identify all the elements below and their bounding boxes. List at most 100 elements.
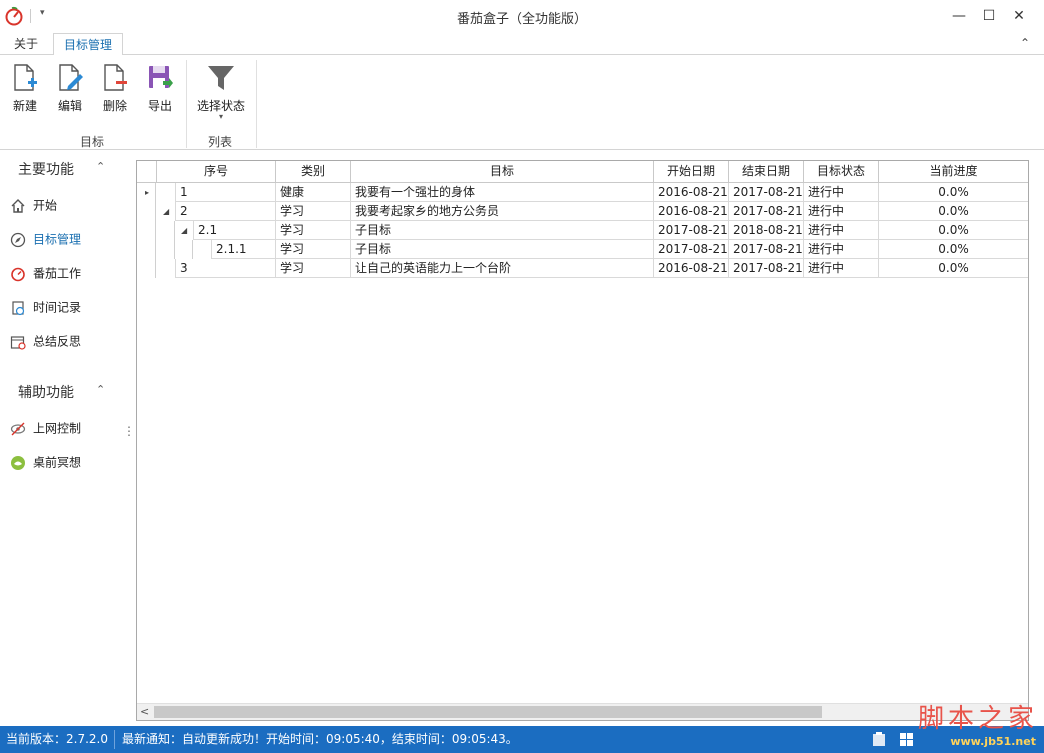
sidebar-item-label: 目标管理 (33, 232, 82, 247)
sidebar-item-internet-control[interactable]: 上网控制 (10, 417, 81, 439)
table-row[interactable]: ▸ 1 健康 我要有一个强壮的身体 2016-08-21 2017-08-21 … (137, 183, 1028, 202)
sidebar-item-label: 开始 (33, 198, 58, 213)
scroll-left-icon[interactable]: < (140, 704, 149, 720)
ribbon-group-divider (256, 60, 257, 148)
close-button[interactable]: ✕ (1002, 4, 1036, 28)
sidebar-item-meditation[interactable]: 桌前冥想 (10, 451, 81, 473)
delete-doc-icon (104, 64, 127, 91)
cell-status: 进行中 (803, 259, 878, 278)
goals-grid[interactable]: 序号 类别 目标 开始日期 结束日期 目标状态 当前进度 ▸ 1 健康 我要有一… (136, 160, 1029, 721)
status-bar: 当前版本：2.7.2.0 最新通知：自动更新成功！开始时间：09:05:40，结… (0, 726, 1044, 753)
cell-id: 3 (175, 259, 275, 278)
time-log-icon (12, 300, 25, 315)
cell-category: 健康 (275, 183, 350, 202)
maximize-button[interactable]: ☐ (972, 4, 1006, 28)
new-button[interactable]: 新建 (5, 61, 45, 117)
status-divider (114, 730, 115, 749)
ribbon-tabs: 关于 目标管理 (0, 33, 1044, 56)
windows-logo-icon[interactable] (900, 733, 914, 747)
cell-end-date: 2018-08-21 (728, 221, 803, 240)
edit-icon (59, 64, 83, 91)
scrollbar-thumb[interactable] (154, 706, 822, 718)
edit-button[interactable]: 编辑 (50, 61, 90, 117)
column-header-category[interactable]: 类别 (275, 161, 350, 182)
cell-status: 进行中 (803, 221, 878, 240)
cell-id: 2 (175, 202, 275, 221)
clipboard-icon[interactable] (872, 732, 886, 747)
select-status-button[interactable]: 选择状态 ▾ (194, 61, 248, 121)
export-icon (149, 66, 173, 88)
table-row[interactable]: 3 学习 让自己的英语能力上一个台阶 2016-08-21 2017-08-21… (137, 259, 1028, 278)
grid-header: 序号 类别 目标 开始日期 结束日期 目标状态 当前进度 (137, 161, 1028, 183)
sidebar-item-label: 桌前冥想 (33, 455, 82, 470)
collapse-ribbon-icon[interactable]: ⌃ (1020, 36, 1030, 50)
collapse-node-icon[interactable]: ◢ (181, 221, 187, 240)
edit-button-label: 编辑 (57, 99, 82, 113)
cell-progress: 0.0% (878, 221, 1028, 240)
column-header-progress[interactable]: 当前进度 (878, 161, 1028, 182)
blocked-eye-icon (10, 422, 26, 435)
home-icon (11, 198, 25, 213)
sidebar-item-tomato-work[interactable]: 番茄工作 (10, 262, 81, 284)
cell-end-date: 2017-08-21 (728, 259, 803, 278)
column-header-start-date[interactable]: 开始日期 (653, 161, 728, 182)
sidebar-resize-grip-icon[interactable]: ⋮ (123, 425, 135, 437)
tree-guide-line (174, 221, 175, 259)
cell-category: 学习 (275, 240, 350, 259)
column-header-goal[interactable]: 目标 (350, 161, 653, 182)
cell-goal: 子目标 (350, 221, 653, 240)
collapse-chevron-icon[interactable]: ⌃ (96, 383, 105, 396)
column-header-end-date[interactable]: 结束日期 (728, 161, 803, 182)
filter-icon (208, 66, 234, 90)
column-header-status[interactable]: 目标状态 (803, 161, 878, 182)
table-row[interactable]: ◢ 2.1 学习 子目标 2017-08-21 2018-08-21 进行中 0… (137, 221, 1028, 240)
cell-category: 学习 (275, 202, 350, 221)
table-row[interactable]: 2.1.1 学习 子目标 2017-08-21 2017-08-21 进行中 0… (137, 240, 1028, 259)
ribbon-group-divider (186, 60, 187, 148)
sidebar-item-summary[interactable]: 总结反思 (10, 330, 81, 352)
cell-goal: 我要有一个强壮的身体 (350, 183, 653, 202)
minimize-button[interactable]: — (942, 4, 976, 28)
sidebar: 主要功能 ⌃ 开始 目标管理 番茄工作 时间记录 总结反思 辅助功能 ⌃ 上网控… (0, 151, 136, 723)
new-doc-icon (14, 64, 37, 91)
tab-goal-management[interactable]: 目标管理 (53, 33, 124, 56)
lotus-icon (11, 455, 25, 470)
cell-category: 学习 (275, 221, 350, 240)
row-indicator-icon: ▸ (145, 188, 150, 197)
delete-button-label: 删除 (102, 99, 127, 113)
cell-start-date: 2017-08-21 (653, 221, 728, 240)
watermark-logo: 脚本之家 (917, 704, 1038, 734)
collapse-chevron-icon[interactable]: ⌃ (96, 160, 105, 173)
select-status-dropdown-icon: ▾ (218, 112, 223, 121)
column-header-id[interactable]: 序号 (156, 161, 275, 182)
tree-guide-line (155, 183, 156, 278)
horizontal-scrollbar[interactable]: < (137, 703, 1028, 720)
tab-about[interactable]: 关于 (4, 33, 48, 55)
group-label-goal: 目标 (79, 135, 104, 149)
sidebar-item-goal-management[interactable]: 目标管理 (10, 228, 81, 250)
delete-button[interactable]: 删除 (95, 61, 135, 117)
new-button-label: 新建 (12, 99, 37, 113)
cell-progress: 0.0% (878, 183, 1028, 202)
notice-text: 最新通知：自动更新成功！开始时间：09:05:40，结束时间：09:05:43。 (122, 732, 518, 746)
window-title: 番茄盒子（全功能版） (456, 12, 587, 27)
cell-goal: 让自己的英语能力上一个台阶 (350, 259, 653, 278)
section-title-main-functions[interactable]: 主要功能 (18, 159, 74, 179)
sidebar-item-start[interactable]: 开始 (10, 194, 57, 216)
section-title-aux-functions[interactable]: 辅助功能 (18, 382, 74, 402)
cell-progress: 0.0% (878, 240, 1028, 259)
calendar-icon (10, 335, 26, 350)
cell-start-date: 2016-08-21 (653, 183, 728, 202)
export-button[interactable]: 导出 (140, 61, 180, 117)
title-bar: ▾ 番茄盒子（全功能版） — ☐ ✕ (0, 0, 1044, 33)
cell-end-date: 2017-08-21 (728, 240, 803, 259)
sidebar-item-label: 上网控制 (33, 421, 82, 436)
collapse-node-icon[interactable]: ◢ (163, 202, 169, 221)
cell-progress: 0.0% (878, 259, 1028, 278)
cell-status: 进行中 (803, 183, 878, 202)
table-row[interactable]: ◢ 2 学习 我要考起家乡的地方公务员 2016-08-21 2017-08-2… (137, 202, 1028, 221)
cell-id: 2.1.1 (211, 240, 275, 259)
cell-category: 学习 (275, 259, 350, 278)
cell-end-date: 2017-08-21 (728, 183, 803, 202)
sidebar-item-time-record[interactable]: 时间记录 (10, 296, 81, 318)
